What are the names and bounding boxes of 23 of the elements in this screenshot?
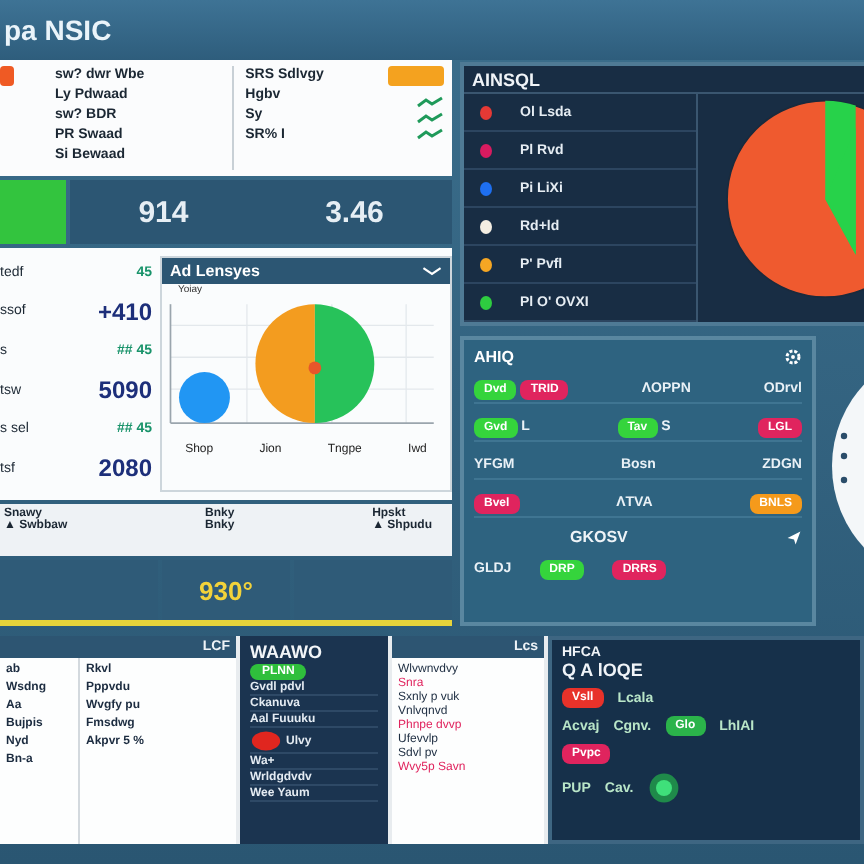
panel-title: AINSQL	[472, 69, 541, 89]
trend-icon	[416, 128, 444, 140]
metric-value: +410	[97, 297, 152, 326]
chart-title: Ad Lensyes	[170, 262, 260, 280]
settings-icon[interactable]	[784, 348, 802, 366]
status-circle-icon	[647, 772, 680, 804]
trend-icon	[416, 96, 444, 108]
trend-icon	[416, 112, 444, 124]
dashboard-title: pa NSIC	[4, 14, 112, 46]
section-label: GKOSV	[570, 528, 628, 546]
status-badge	[388, 66, 444, 86]
kpi-value: 3.46	[325, 195, 384, 229]
card-subtitle: Q A lOQE	[562, 660, 645, 680]
panel-title: AHIQ	[474, 348, 514, 366]
card-title: WAAWO	[250, 642, 324, 662]
kpi-value: 914	[138, 195, 189, 229]
send-icon[interactable]	[786, 529, 802, 545]
kpi-indicator	[0, 180, 66, 244]
alert-icon	[250, 730, 282, 752]
status-badge	[0, 66, 15, 86]
metric-value: 2080	[98, 454, 152, 483]
dropdown-icon[interactable]	[422, 266, 442, 276]
metric-value: 5090	[98, 376, 152, 405]
